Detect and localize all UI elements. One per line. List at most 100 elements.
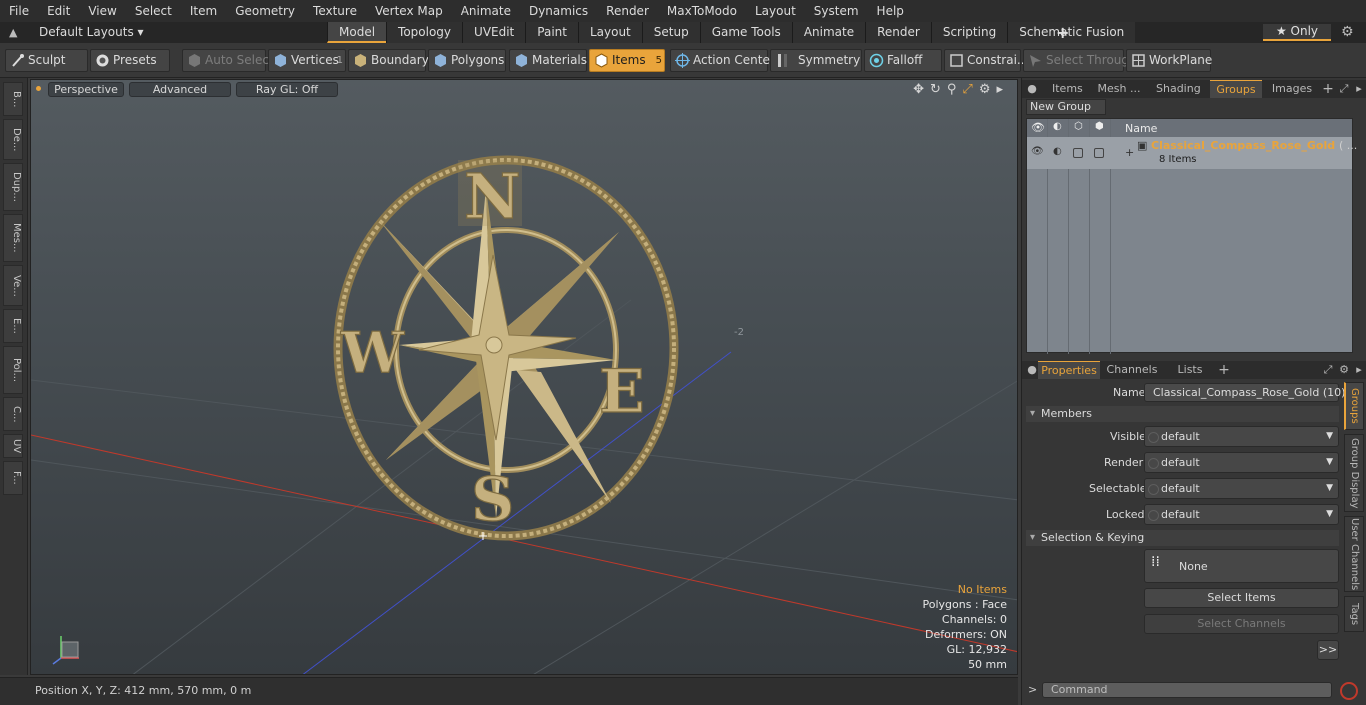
menu-dynamics[interactable]: Dynamics <box>520 0 597 22</box>
visibility-eye-icon[interactable]: 👁 <box>1031 121 1045 134</box>
left-strip-tab[interactable]: C... <box>3 397 23 431</box>
more-button[interactable]: >> <box>1317 640 1339 660</box>
menu-select[interactable]: Select <box>126 0 181 22</box>
row-select-checkbox[interactable] <box>1073 148 1083 158</box>
side-tab-groups[interactable]: Groups <box>1344 382 1364 430</box>
viewport-more-icon[interactable]: ▸ <box>996 82 1003 97</box>
action-center-button[interactable]: Action Center <box>670 49 775 72</box>
left-strip-tab[interactable]: UV <box>3 434 23 458</box>
left-strip-tab[interactable]: B... <box>3 82 23 116</box>
visible-dropdown[interactable]: default ▼ <box>1144 426 1339 447</box>
tab-layout[interactable]: Layout <box>577 22 642 43</box>
props-menu-icon[interactable]: ▸ <box>1354 361 1364 379</box>
layouts-dropdown[interactable]: Default Layouts ▾ <box>39 25 144 39</box>
side-tab-user-channels[interactable]: User Channels <box>1344 516 1364 592</box>
left-strip-tab[interactable]: De... <box>3 119 23 160</box>
select-items-button[interactable]: Select Items <box>1144 588 1339 608</box>
tab-properties[interactable]: Properties <box>1038 361 1100 379</box>
left-strip-tab[interactable]: F... <box>3 461 23 495</box>
perspective-button[interactable]: Perspective <box>48 82 124 97</box>
materials-button[interactable]: Materials <box>509 49 587 72</box>
menu-help[interactable]: Help <box>868 0 913 22</box>
left-strip-tab[interactable]: Mes... <box>3 214 23 262</box>
symmetry-button[interactable]: Symmetry <box>770 49 862 72</box>
props-dot-icon[interactable]: ● <box>1026 361 1038 379</box>
side-tab-group-display[interactable]: Group Display <box>1344 434 1364 512</box>
left-strip-tab[interactable]: E... <box>3 309 23 343</box>
menu-animate[interactable]: Animate <box>452 0 520 22</box>
menu-file[interactable]: File <box>0 0 38 22</box>
menu-item[interactable]: Item <box>181 0 226 22</box>
menu-geometry[interactable]: Geometry <box>226 0 304 22</box>
left-strip-tab[interactable]: Ve... <box>3 265 23 306</box>
lock-toggle-icon[interactable]: ⬢ <box>1095 121 1104 132</box>
selectable-dropdown[interactable]: default ▼ <box>1144 478 1339 499</box>
3d-viewport[interactable]: -2 N E S W Perspective Advanced Ray GL: … <box>30 79 1018 675</box>
group-name-field[interactable]: Classical_Compass_Rose_Gold (10) <box>1144 383 1345 402</box>
tab-game-tools[interactable]: Game Tools <box>699 22 792 43</box>
menu-maxtomodo[interactable]: MaxToModo <box>658 0 746 22</box>
tab-lists[interactable]: Lists <box>1168 361 1212 379</box>
raygl-button[interactable]: Ray GL: Off <box>236 82 338 97</box>
side-tab-tags[interactable]: Tags <box>1344 596 1364 632</box>
polygons-button[interactable]: Polygons <box>428 49 506 72</box>
new-group-button[interactable]: New Group <box>1026 99 1106 115</box>
add-tab-icon[interactable]: + <box>1322 80 1334 98</box>
group-row[interactable]: 👁 ◐ + ▣ Classical_Compass_Rose_Gold ( ..… <box>1027 137 1357 169</box>
menu-texture[interactable]: Texture <box>304 0 366 22</box>
members-section[interactable]: Members <box>1026 406 1339 422</box>
tab-render[interactable]: Render <box>865 22 931 43</box>
tab-mesh[interactable]: Mesh ... <box>1096 80 1142 98</box>
keying-none-button[interactable]: ⁞⁞ None <box>1144 549 1339 583</box>
tab-model[interactable]: Model <box>327 22 387 43</box>
add-tab-icon[interactable]: + <box>1056 23 1069 42</box>
tab-channels[interactable]: Channels <box>1106 361 1158 379</box>
tab-schematic-fusion[interactable]: Schematic Fusion <box>1007 22 1136 43</box>
render-toggle-icon[interactable]: ◐ <box>1053 121 1062 132</box>
left-strip-tab[interactable]: Dup... <box>3 163 23 211</box>
menu-layout[interactable]: Layout <box>746 0 805 22</box>
rotate-view-icon[interactable]: ↻ <box>930 82 941 97</box>
row-eye-icon[interactable]: 👁 <box>1031 146 1044 157</box>
command-input[interactable]: Command <box>1042 682 1332 698</box>
panel-menu-icon[interactable]: ▸ <box>1354 80 1364 98</box>
select-through-button[interactable]: Select Through <box>1023 49 1137 72</box>
tab-groups[interactable]: Groups <box>1210 80 1262 98</box>
sculpt-button[interactable]: Sculpt <box>5 49 88 72</box>
gear-icon[interactable]: ⚙ <box>1341 24 1354 40</box>
add-props-tab-icon[interactable]: + <box>1218 361 1230 379</box>
render-dropdown[interactable]: default ▼ <box>1144 452 1339 473</box>
vertices-button[interactable]: Vertices 1 <box>268 49 346 72</box>
panel-dot-icon[interactable]: ● <box>1026 80 1038 98</box>
menu-render[interactable]: Render <box>597 0 658 22</box>
expand-row-icon[interactable]: + <box>1125 146 1134 159</box>
row-render-icon[interactable]: ◐ <box>1053 146 1062 157</box>
left-strip-tab[interactable]: Pol... <box>3 346 23 394</box>
tab-items[interactable]: Items <box>1052 80 1083 98</box>
tab-topology[interactable]: Topology <box>386 22 463 43</box>
layouts-expand-icon[interactable]: ▲ <box>9 26 17 39</box>
props-gear-icon[interactable]: ⚙ <box>1338 361 1350 379</box>
menu-view[interactable]: View <box>79 0 125 22</box>
falloff-button[interactable]: Falloff <box>864 49 942 72</box>
locked-dropdown[interactable]: default ▼ <box>1144 504 1339 525</box>
tab-uvedit[interactable]: UVEdit <box>462 22 526 43</box>
select-channels-button[interactable]: Select Channels <box>1144 614 1339 634</box>
viewport-settings-icon[interactable]: ⚙ <box>979 82 991 97</box>
menu-vertex-map[interactable]: Vertex Map <box>366 0 452 22</box>
tab-animate[interactable]: Animate <box>791 22 866 43</box>
menu-edit[interactable]: Edit <box>38 0 79 22</box>
move-view-icon[interactable]: ✥ <box>913 82 924 97</box>
maximize-view-icon[interactable]: ⤢ <box>962 82 972 97</box>
select-toggle-icon[interactable]: ⬡ <box>1074 121 1083 132</box>
auto-select-button[interactable]: Auto Select <box>182 49 274 72</box>
advanced-button[interactable]: Advanced <box>129 82 231 97</box>
compass-rose-model[interactable]: N E S W <box>333 155 679 541</box>
expand-panel-icon[interactable]: ⤢ <box>1338 80 1350 98</box>
tab-shading[interactable]: Shading <box>1156 80 1201 98</box>
workplane-button[interactable]: WorkPlane <box>1126 49 1212 72</box>
menu-system[interactable]: System <box>805 0 868 22</box>
only-toggle[interactable]: ★ Only <box>1263 24 1331 41</box>
constraints-button[interactable]: Constrai... <box>944 49 1028 72</box>
expand-props-icon[interactable]: ⤢ <box>1322 361 1334 379</box>
